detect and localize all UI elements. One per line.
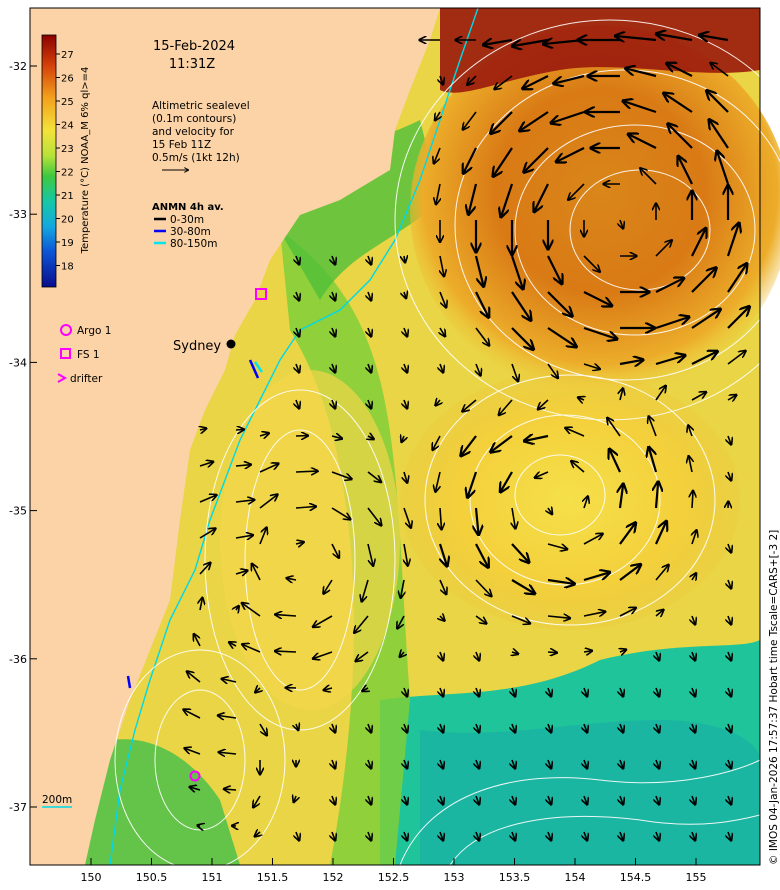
x-tick-label: 153 xyxy=(444,871,465,884)
y-tick-label: -37 xyxy=(9,801,27,814)
anmn-label-shallow: 0-30m xyxy=(170,214,204,226)
velocity-arrow xyxy=(692,491,693,509)
isobath-label: 200m xyxy=(42,794,72,806)
altimetry-line2: (0.1m contours) xyxy=(152,113,236,125)
anmn-legend-title: ANMN 4h av. xyxy=(152,202,224,213)
colorbar-tick-label: 26 xyxy=(61,74,74,85)
colorbar-scale xyxy=(41,34,57,288)
colorbar-title: Temperature (°C) NOAA_M 6% ql>=4 xyxy=(80,67,91,255)
x-tick-label: 150.5 xyxy=(136,871,168,884)
colorbar-tick-label: 27 xyxy=(61,50,74,61)
drifter-label: drifter xyxy=(70,373,103,385)
colorbar-tick-label: 23 xyxy=(61,144,74,155)
sydney-marker xyxy=(226,339,236,349)
velocity-arrow xyxy=(295,471,317,472)
velocity-arrow xyxy=(235,429,243,430)
warm-eddy-coastal xyxy=(220,370,400,710)
velocity-arrow xyxy=(404,256,405,262)
credit-text: © IMOS 04-Jan-2026 17:57:37 Hobart time … xyxy=(768,530,780,865)
argo-label: Argo 1 xyxy=(77,325,111,337)
altimetry-line5: 0.5m/s (1kt 12h) xyxy=(152,152,240,164)
x-tick-label: 152 xyxy=(323,871,344,884)
map-area xyxy=(30,7,780,871)
altimetry-line4: 15 Feb 11Z xyxy=(152,139,211,151)
altimetry-line1: Altimetric sealevel xyxy=(152,100,250,112)
sydney-label: Sydney xyxy=(173,339,221,354)
colorbar-tick-label: 18 xyxy=(61,262,74,273)
y-tick-label: -35 xyxy=(9,505,27,518)
y-tick-label: -34 xyxy=(9,356,27,369)
x-tick-label: 150 xyxy=(81,871,102,884)
anmn-label-deep: 80-150m xyxy=(170,238,217,250)
colorbar-tick-label: 21 xyxy=(61,191,74,202)
velocity-arrow xyxy=(275,651,297,652)
x-tick-label: 153.5 xyxy=(499,871,531,884)
colorbar-tick-label: 19 xyxy=(61,238,74,249)
colorbar-tick-label: 20 xyxy=(61,215,74,226)
altimetry-line3: and velocity for xyxy=(152,126,235,138)
x-tick-label: 151.5 xyxy=(257,871,289,884)
velocity-arrow xyxy=(547,652,556,653)
anmn-label-mid: 30-80m xyxy=(170,226,211,238)
sst-map: 150 150.5 151 151.5 152 152.5 153 153.5 154 154.5… xyxy=(9,7,780,884)
x-tick-label: 152.5 xyxy=(378,871,410,884)
x-tick-label: 154 xyxy=(565,871,586,884)
map-date: 15-Feb-2024 xyxy=(153,39,235,54)
colorbar-tick-label: 24 xyxy=(61,121,74,132)
warm-eddy-south xyxy=(400,370,740,630)
y-tick-label: -33 xyxy=(9,208,27,221)
colorbar-tick-label: 22 xyxy=(61,168,74,179)
x-tick-label: 155 xyxy=(686,871,707,884)
y-tick-label: -32 xyxy=(9,60,27,73)
colorbar-tick-label: 25 xyxy=(61,97,74,108)
fs-label: FS 1 xyxy=(77,349,100,361)
y-tick-label: -36 xyxy=(9,653,27,666)
x-tick-label: 154.5 xyxy=(620,871,652,884)
velocity-arrow xyxy=(224,789,237,790)
map-time: 11:31Z xyxy=(169,57,215,72)
x-tick-label: 151 xyxy=(202,871,223,884)
